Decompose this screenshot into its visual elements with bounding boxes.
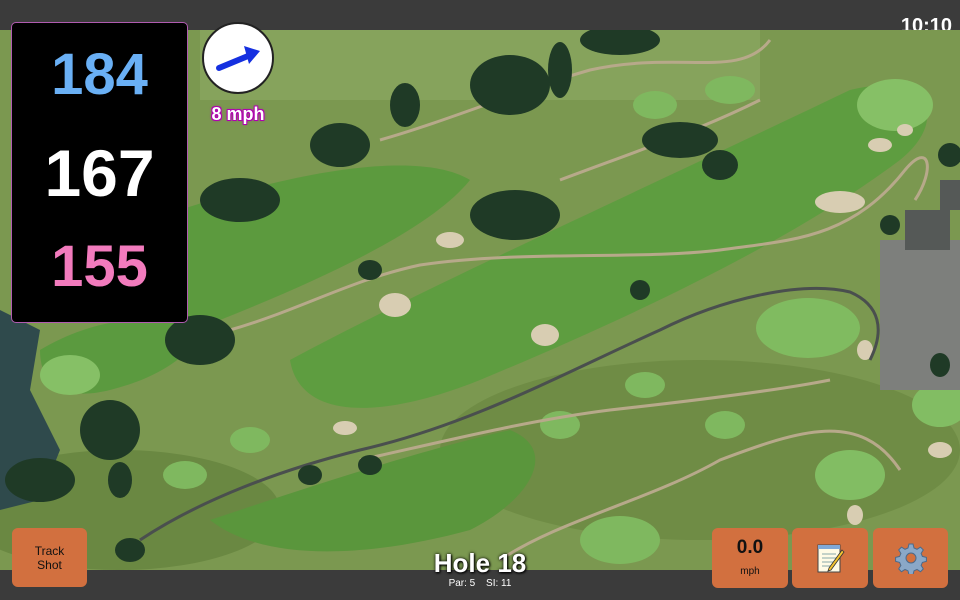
back-distance: 184 [51,42,148,107]
distance-panel: 184 167 155 [11,22,188,323]
front-distance: 155 [51,234,148,299]
hole-info: Par: 5 SI: 11 [380,578,580,589]
hole-stroke-index: SI: 11 [486,578,512,589]
track-shot-label: Track Shot [34,543,65,572]
track-shot-button[interactable]: Track Shot [12,528,87,587]
speed-unit: mph [740,566,760,577]
notepad-icon [817,544,845,573]
hole-title: Hole 18 [433,548,527,578]
wind-indicator [202,22,274,94]
wind-direction-arrow-icon [216,46,260,71]
speed-value: 0.0 [736,537,764,558]
notes-button[interactable] [792,528,868,588]
middle-distance: 167 [44,136,155,210]
hole-par: Par: 5 [448,578,476,589]
speed-button[interactable]: 0.0 mph [712,528,788,588]
wind-speed-label: 8 mph [211,104,265,124]
gear-icon [894,543,927,574]
settings-button[interactable] [873,528,948,588]
